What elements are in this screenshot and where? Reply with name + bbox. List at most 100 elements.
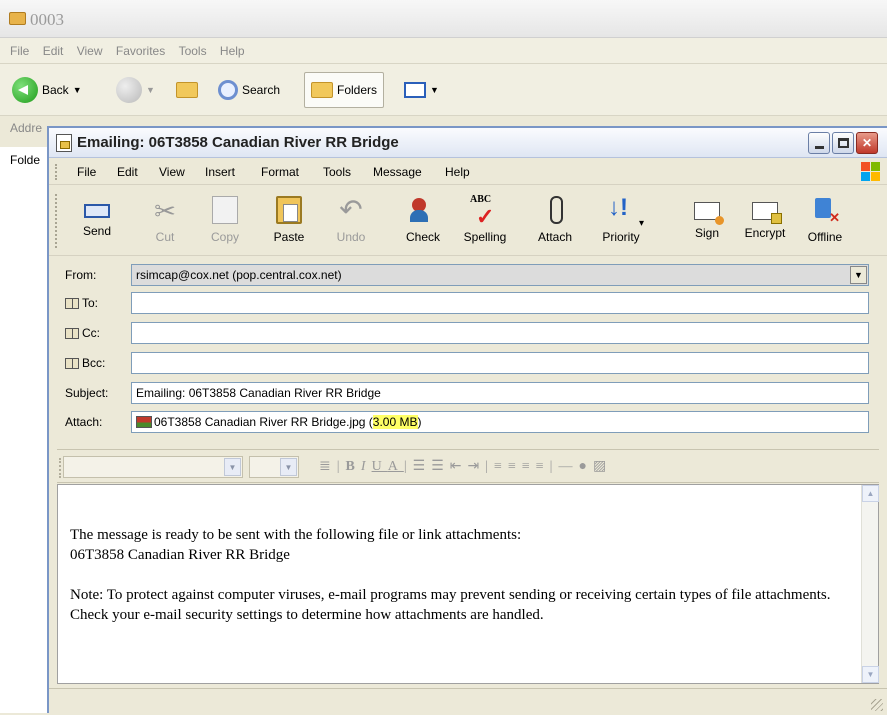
folders-label: Folders — [337, 83, 378, 97]
undo-label: Undo — [336, 230, 366, 244]
to-label: To: — [82, 296, 99, 310]
cut-button[interactable]: Cut — [139, 192, 191, 250]
menu-edit[interactable]: Edit — [117, 165, 138, 179]
close-button[interactable]: ✕ — [856, 132, 878, 154]
menu-format[interactable]: Format — [261, 165, 299, 179]
address-label: Addre — [10, 121, 43, 135]
decrease-indent-icon[interactable]: ⇤ — [450, 459, 468, 474]
scroll-up-icon[interactable]: ▲ — [862, 485, 879, 502]
priority-dropdown-icon[interactable]: ▾ — [639, 218, 644, 229]
encrypt-button[interactable]: Encrypt — [739, 192, 791, 250]
message-body[interactable]: The message is ready to be sent with the… — [57, 484, 879, 684]
bcc-address-book-button[interactable]: Bcc: — [65, 356, 105, 370]
chevron-down-icon: ▼ — [146, 85, 155, 95]
folders-button[interactable]: Folders — [304, 72, 385, 108]
menu-file[interactable]: File — [77, 165, 96, 179]
font-name-select[interactable]: ▼ — [63, 456, 243, 478]
subject-field[interactable]: Emailing: 06T3858 Canadian River RR Brid… — [131, 382, 869, 404]
back-button[interactable]: Back ▼ — [12, 74, 82, 106]
forward-button[interactable]: ▼ — [116, 74, 155, 106]
align-center-icon[interactable]: ≡ — [508, 459, 522, 474]
explorer-menu-help[interactable]: Help — [220, 44, 245, 58]
bullet-list-icon[interactable]: ☰ — [431, 459, 450, 474]
sign-icon — [694, 202, 724, 225]
sign-button[interactable]: Sign — [681, 192, 733, 250]
insert-picture-icon[interactable]: ▨ — [593, 459, 612, 474]
views-button[interactable]: ▼ — [404, 74, 439, 106]
minimize-button[interactable] — [808, 132, 830, 154]
search-icon — [218, 80, 238, 100]
paragraph-style-icon[interactable]: ≣ — [319, 459, 337, 474]
chevron-down-icon[interactable]: ▼ — [73, 85, 82, 95]
menu-tools[interactable]: Tools — [323, 165, 351, 179]
explorer-menu-tools[interactable]: Tools — [179, 44, 207, 58]
attachment-name[interactable]: 06T3858 Canadian River RR Bridge.jpg ( — [154, 415, 373, 429]
message-body-text[interactable]: The message is ready to be sent with the… — [70, 525, 860, 645]
explorer-menu-file[interactable]: File — [10, 44, 29, 58]
attach-label: Attach — [537, 230, 573, 244]
cc-row: Cc: — [59, 322, 879, 344]
paste-button[interactable]: Paste — [263, 192, 315, 250]
justify-icon[interactable]: ≡ — [536, 459, 550, 474]
formatting-toolbar-grip[interactable] — [59, 458, 62, 478]
hyperlink-icon[interactable]: ● — [578, 459, 592, 474]
toolbar-grip[interactable] — [55, 194, 58, 248]
from-select[interactable]: rsimcap@cox.net (pop.central.cox.net) ▼ — [131, 264, 869, 286]
menu-insert[interactable]: Insert — [205, 165, 235, 179]
from-value: rsimcap@cox.net (pop.central.cox.net) — [136, 268, 342, 282]
menu-help[interactable]: Help — [445, 165, 470, 179]
send-button[interactable]: Send — [71, 192, 123, 250]
explorer-menu-view[interactable]: View — [77, 44, 103, 58]
scroll-down-icon[interactable]: ▼ — [862, 666, 879, 683]
forward-arrow-icon — [116, 77, 142, 103]
offline-button[interactable]: Offline — [799, 192, 851, 250]
copy-button[interactable]: Copy — [199, 192, 251, 250]
priority-button[interactable]: ▾ Priority — [595, 192, 647, 250]
attach-field[interactable]: 06T3858 Canadian River RR Bridge.jpg (3.… — [131, 411, 869, 433]
email-title-bar[interactable]: Emailing: 06T3858 Canadian River RR Brid… — [49, 128, 887, 158]
check-names-icon — [410, 196, 436, 224]
chevron-down-icon[interactable]: ▼ — [850, 266, 867, 284]
underline-icon[interactable]: U — [372, 459, 388, 474]
increase-indent-icon[interactable]: ⇥ — [467, 459, 485, 474]
menu-message[interactable]: Message — [373, 165, 422, 179]
to-row: To: — [59, 292, 879, 314]
align-left-icon[interactable]: ≡ — [494, 459, 508, 474]
check-names-button[interactable]: Check — [397, 192, 449, 250]
to-address-book-button[interactable]: To: — [65, 296, 98, 310]
chevron-down-icon[interactable]: ▼ — [280, 458, 297, 476]
cc-field[interactable] — [131, 322, 869, 344]
chevron-down-icon[interactable]: ▼ — [224, 458, 241, 476]
encrypt-label: Encrypt — [744, 226, 786, 240]
to-field[interactable] — [131, 292, 869, 314]
cut-label: Cut — [155, 230, 175, 244]
resize-grip-icon[interactable] — [871, 699, 883, 711]
copy-label: Copy — [210, 230, 239, 244]
align-right-icon[interactable]: ≡ — [522, 459, 536, 474]
up-folder-button[interactable] — [176, 74, 198, 106]
font-size-select[interactable]: ▼ — [249, 456, 299, 478]
explorer-menu-edit[interactable]: Edit — [43, 44, 64, 58]
paperclip-icon — [542, 196, 568, 224]
maximize-button[interactable] — [832, 132, 854, 154]
search-button[interactable]: Search — [218, 74, 280, 106]
numbered-list-icon[interactable]: ☰ — [413, 459, 432, 474]
horizontal-line-icon[interactable]: — — [558, 459, 578, 474]
bcc-field[interactable] — [131, 352, 869, 374]
subject-row: Subject: Emailing: 06T3858 Canadian Rive… — [59, 382, 879, 404]
explorer-toolbar: Back ▼ ▼ Search Folders ▼ — [0, 64, 887, 116]
explorer-menu-favorites[interactable]: Favorites — [116, 44, 165, 58]
font-color-icon[interactable]: A — [388, 459, 404, 474]
offline-label: Offline — [807, 230, 843, 244]
menu-view[interactable]: View — [159, 165, 185, 179]
italic-icon[interactable]: I — [361, 459, 372, 474]
spelling-button[interactable]: ABC ✓ Spelling — [459, 192, 511, 250]
vertical-scrollbar[interactable]: ▲ ▼ — [861, 485, 879, 683]
cc-address-book-button[interactable]: Cc: — [65, 326, 100, 340]
bold-icon[interactable]: B — [346, 459, 361, 474]
undo-button[interactable]: Undo — [325, 192, 377, 250]
attach-button[interactable]: Attach — [529, 192, 581, 250]
menubar-grip[interactable] — [55, 164, 58, 180]
copy-icon — [212, 196, 238, 224]
from-row: From: rsimcap@cox.net (pop.central.cox.n… — [59, 264, 879, 286]
